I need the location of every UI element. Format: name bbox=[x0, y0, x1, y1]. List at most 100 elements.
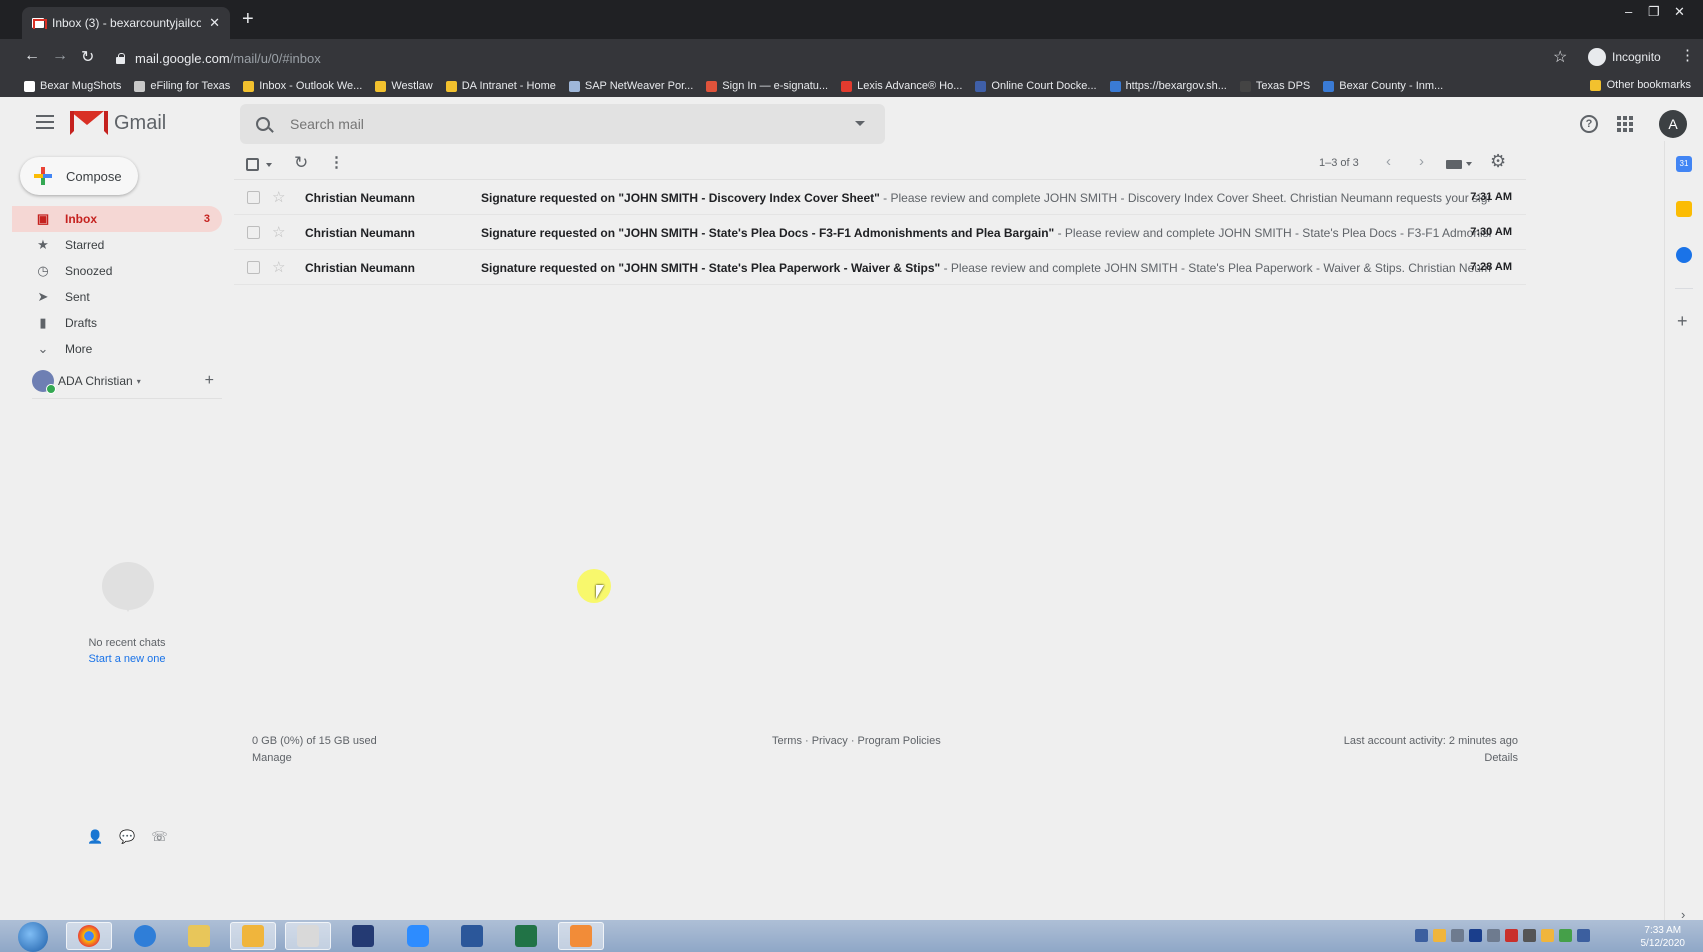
new-tab-button[interactable]: + bbox=[242, 8, 254, 31]
chevron-right-icon[interactable]: › bbox=[1419, 153, 1424, 170]
bookmark-favicon-icon bbox=[1109, 80, 1121, 92]
gmail-logo[interactable]: Gmail bbox=[70, 111, 166, 135]
search-bar[interactable] bbox=[240, 104, 885, 144]
bookmark-item[interactable]: Inbox - Outlook We... bbox=[243, 80, 362, 92]
explorer-taskbar-button[interactable] bbox=[176, 922, 222, 950]
select-caret-icon[interactable] bbox=[266, 163, 272, 167]
chevron-left-icon[interactable]: ‹ bbox=[1386, 153, 1391, 170]
details-link[interactable]: Details bbox=[1484, 752, 1518, 764]
sidebar-item-snoozed[interactable]: ◷ Snoozed bbox=[12, 258, 222, 284]
close-window-icon[interactable]: ✕ bbox=[1674, 4, 1685, 20]
outlook-taskbar-button[interactable] bbox=[230, 922, 276, 950]
email-checkbox[interactable] bbox=[247, 191, 260, 204]
network-icon[interactable] bbox=[1451, 929, 1464, 942]
app-taskbar-button-2[interactable] bbox=[340, 922, 386, 950]
bookmark-item[interactable]: Online Court Docke... bbox=[975, 80, 1097, 92]
word-taskbar-button[interactable] bbox=[449, 922, 495, 950]
send-icon: ➤ bbox=[37, 289, 49, 304]
phone-icon[interactable]: ☏ bbox=[151, 829, 167, 845]
bookmark-item[interactable]: SAP NetWeaver Por... bbox=[568, 80, 693, 92]
tasks-icon[interactable] bbox=[1676, 247, 1692, 263]
forward-arrow-icon[interactable]: → bbox=[52, 47, 68, 65]
sidebar-item-sent[interactable]: ➤ Sent bbox=[12, 284, 222, 310]
ie-taskbar-button[interactable] bbox=[122, 922, 168, 950]
refresh-icon[interactable]: ↻ bbox=[294, 153, 308, 173]
bookmark-item[interactable]: eFiling for Texas bbox=[134, 80, 230, 92]
account-avatar[interactable]: A bbox=[1659, 110, 1687, 138]
zoom-taskbar-button[interactable] bbox=[395, 922, 441, 950]
sidebar-item-drafts[interactable]: ▮ Drafts bbox=[12, 310, 222, 336]
reload-icon[interactable]: ↻ bbox=[81, 47, 94, 67]
compose-button[interactable]: Compose bbox=[20, 157, 138, 195]
recorder-taskbar-button[interactable] bbox=[558, 922, 604, 950]
bookmark-item[interactable]: Sign In — e-signatu... bbox=[706, 80, 828, 92]
tab-close-icon[interactable]: ✕ bbox=[209, 15, 220, 31]
app-taskbar-button[interactable] bbox=[285, 922, 331, 950]
restore-icon[interactable]: ❐ bbox=[1648, 4, 1660, 20]
address-bar[interactable]: mail.google.com/mail/u/0/#inbox bbox=[110, 44, 1560, 72]
bookmark-item[interactable]: Lexis Advance® Ho... bbox=[841, 80, 962, 92]
start-button[interactable] bbox=[18, 922, 48, 952]
google-apps-icon[interactable] bbox=[1617, 116, 1633, 132]
volume-icon[interactable] bbox=[1505, 929, 1518, 942]
keyboard-icon[interactable] bbox=[1446, 160, 1462, 169]
tray-icon-1[interactable] bbox=[1415, 929, 1428, 942]
star-icon[interactable]: ☆ bbox=[272, 258, 285, 276]
manage-storage-link[interactable]: Manage bbox=[252, 752, 292, 764]
tray-icon-10[interactable] bbox=[1577, 929, 1590, 942]
star-icon[interactable]: ☆ bbox=[272, 223, 285, 241]
bookmark-item[interactable]: DA Intranet - Home bbox=[445, 80, 556, 92]
calendar-icon[interactable]: 31 bbox=[1676, 156, 1692, 172]
search-input[interactable] bbox=[290, 116, 810, 132]
back-arrow-icon[interactable]: ← bbox=[24, 47, 40, 65]
bookmark-label: https://bexargov.sh... bbox=[1125, 80, 1227, 92]
account-caret-icon[interactable]: ▾ bbox=[137, 377, 141, 386]
search-options-icon[interactable] bbox=[855, 121, 865, 126]
bookmark-item[interactable]: Bexar MugShots bbox=[24, 80, 121, 92]
main-menu-icon[interactable] bbox=[36, 115, 54, 129]
select-all-checkbox[interactable] bbox=[246, 158, 259, 171]
input-tools-caret-icon[interactable] bbox=[1466, 162, 1472, 166]
sidebar-item-starred[interactable]: ★ Starred bbox=[12, 232, 222, 258]
footer-links[interactable]: Terms · Privacy · Program Policies bbox=[772, 735, 941, 747]
star-icon[interactable]: ☆ bbox=[272, 188, 285, 206]
tray-icon-5[interactable] bbox=[1487, 929, 1500, 942]
help-icon[interactable]: ? bbox=[1580, 115, 1598, 133]
gear-icon[interactable]: ⚙ bbox=[1490, 151, 1506, 172]
more-vert-icon[interactable]: ⋮ bbox=[329, 153, 344, 171]
excel-taskbar-button[interactable] bbox=[503, 922, 549, 950]
keep-icon[interactable] bbox=[1676, 201, 1692, 217]
hangouts-icon[interactable]: 💬 bbox=[119, 829, 135, 845]
add-chat-icon[interactable]: + bbox=[205, 372, 214, 390]
incognito-indicator[interactable]: Incognito bbox=[1588, 48, 1661, 66]
other-bookmarks[interactable]: Other bookmarks bbox=[1589, 79, 1691, 91]
add-addon-icon[interactable]: + bbox=[1677, 311, 1688, 332]
tray-icon-7[interactable] bbox=[1523, 929, 1536, 942]
browser-tab[interactable]: Inbox (3) - bexarcountyjailcourta ✕ bbox=[22, 7, 230, 39]
minimize-icon[interactable]: – bbox=[1625, 4, 1632, 19]
email-checkbox[interactable] bbox=[247, 226, 260, 239]
bookmark-item[interactable]: Bexar County - Inm... bbox=[1323, 80, 1443, 92]
bookmark-item[interactable]: https://bexargov.sh... bbox=[1109, 80, 1227, 92]
tray-icon-9[interactable] bbox=[1559, 929, 1572, 942]
bookmark-label: Bexar MugShots bbox=[40, 80, 122, 92]
email-row[interactable]: ☆ Christian Neumann Signature requested on… bbox=[234, 215, 1526, 250]
contacts-icon[interactable]: 👤 bbox=[87, 829, 103, 845]
sidebar-item-inbox[interactable]: ▣ Inbox 3 bbox=[12, 206, 222, 232]
tray-icon-8[interactable] bbox=[1541, 929, 1554, 942]
sidebar-item-more[interactable]: ⌄ More bbox=[12, 336, 222, 362]
email-checkbox[interactable] bbox=[247, 261, 260, 274]
email-row[interactable]: ☆ Christian Neumann Signature requested on… bbox=[234, 250, 1526, 285]
chrome-taskbar-button[interactable] bbox=[66, 922, 112, 950]
email-row[interactable]: ☆ Christian Neumann Signature requested on… bbox=[234, 180, 1526, 215]
bookmark-star-icon[interactable]: ☆ bbox=[1553, 47, 1567, 67]
start-new-chat-link[interactable]: Start a new one bbox=[52, 653, 202, 665]
bookmark-item[interactable]: Texas DPS bbox=[1239, 80, 1310, 92]
search-icon[interactable] bbox=[256, 117, 270, 131]
taskbar-clock[interactable]: 7:33 AM 5/12/2020 bbox=[1641, 924, 1686, 950]
tray-icon-2[interactable] bbox=[1433, 929, 1446, 942]
browser-menu-icon[interactable]: ⋮ bbox=[1680, 46, 1695, 64]
hangouts-account[interactable]: ADA Christian ▾ + bbox=[32, 368, 222, 394]
bookmark-item[interactable]: Westlaw bbox=[375, 80, 433, 92]
info-icon[interactable] bbox=[1469, 929, 1482, 942]
